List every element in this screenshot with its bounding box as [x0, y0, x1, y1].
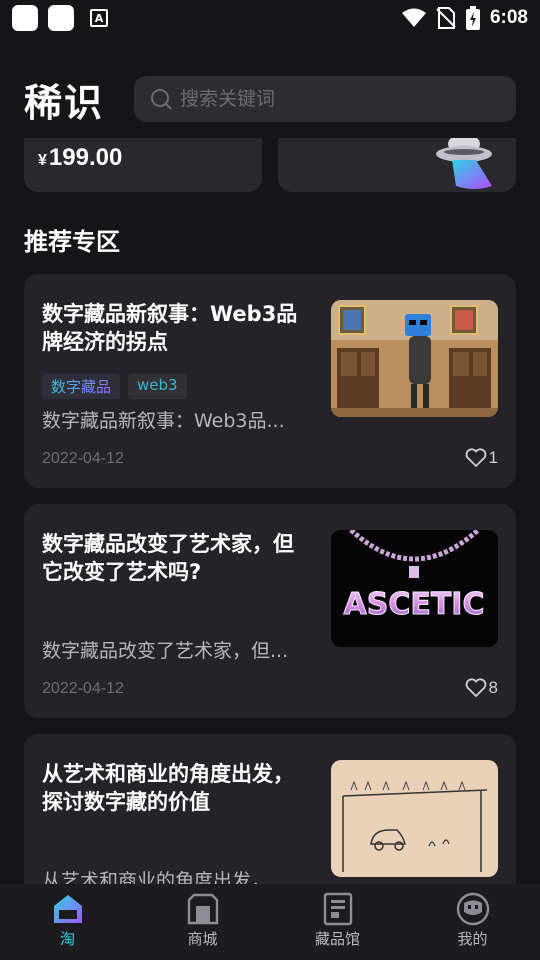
battery-icon [465, 6, 480, 30]
article-date: 2022-04-12 [42, 450, 124, 467]
like-count: 1 [488, 448, 498, 467]
search-bar[interactable] [134, 76, 516, 122]
no-sim-icon [436, 7, 456, 29]
section-title: 推荐专区 [24, 228, 120, 256]
bottom-nav: 淘 商城 藏品馆 我的 [0, 884, 540, 960]
search-input[interactable] [180, 88, 500, 110]
article-list: 数字藏品新叙事：Web3品牌经济的拐点 数字藏品 web3 数字藏品新叙事：We… [24, 274, 516, 960]
nav-item-store[interactable]: 商城 [135, 884, 270, 960]
article-thumbnail [331, 300, 498, 417]
store-icon [187, 893, 218, 925]
search-icon [151, 89, 172, 110]
featured-card[interactable]: ¥199.00 [24, 138, 262, 192]
heart-icon [465, 448, 486, 468]
profile-icon [456, 892, 489, 926]
a-badge-icon: A [90, 9, 108, 27]
article-card[interactable]: 数字藏品改变了艺术家，但它改变了艺术吗? 数字藏品改变了艺术家，但... 202… [24, 504, 516, 718]
home-icon [53, 895, 82, 923]
like-button[interactable]: 1 [465, 448, 498, 468]
article-thumbnail: ASCETIC [331, 530, 498, 647]
nav-label: 商城 [187, 930, 218, 948]
ufo-icon [436, 138, 492, 189]
featured-cards: ¥199.00 [24, 138, 516, 192]
article-title: 从艺术和商业的角度出发，探讨数字藏的价值 [42, 762, 294, 814]
notification-icon [48, 5, 74, 31]
nav-item-home[interactable]: 淘 [0, 884, 135, 960]
app-logo: 稀识 [24, 80, 105, 125]
wifi-icon [401, 8, 426, 27]
nav-item-profile[interactable]: 我的 [405, 884, 540, 960]
nav-label: 我的 [457, 930, 488, 948]
tag[interactable]: 数字藏品 [42, 374, 121, 399]
featured-card[interactable] [278, 138, 516, 192]
like-button[interactable]: 8 [465, 678, 498, 698]
article-tags: 数字藏品 web3 [42, 374, 187, 399]
article-date: 2022-04-12 [42, 680, 124, 697]
nav-label: 淘 [59, 930, 75, 948]
article-summary: 数字藏品改变了艺术家，但... [42, 640, 289, 662]
collection-icon [323, 892, 352, 926]
article-title: 数字藏品新叙事：Web3品牌经济的拐点 [42, 302, 298, 354]
heart-icon [465, 678, 486, 698]
app-header: 稀识 [24, 74, 516, 125]
article-card[interactable]: 数字藏品新叙事：Web3品牌经济的拐点 数字藏品 web3 数字藏品新叙事：We… [24, 274, 516, 488]
article-title: 数字藏品改变了艺术家，但它改变了艺术吗? [42, 532, 294, 584]
article-summary: 数字藏品新叙事：Web3品... [42, 410, 285, 432]
nav-label: 藏品馆 [314, 930, 360, 948]
notification-icon [12, 5, 38, 31]
price: ¥199.00 [38, 144, 123, 171]
nav-item-collection[interactable]: 藏品馆 [270, 884, 405, 960]
clock: 6:08 [489, 7, 528, 28]
article-thumbnail [331, 760, 498, 877]
like-count: 8 [488, 678, 498, 697]
svg-text:ASCETIC: ASCETIC [344, 587, 485, 622]
tag[interactable]: web3 [128, 374, 187, 399]
status-bar: A 6:08 [0, 0, 540, 36]
